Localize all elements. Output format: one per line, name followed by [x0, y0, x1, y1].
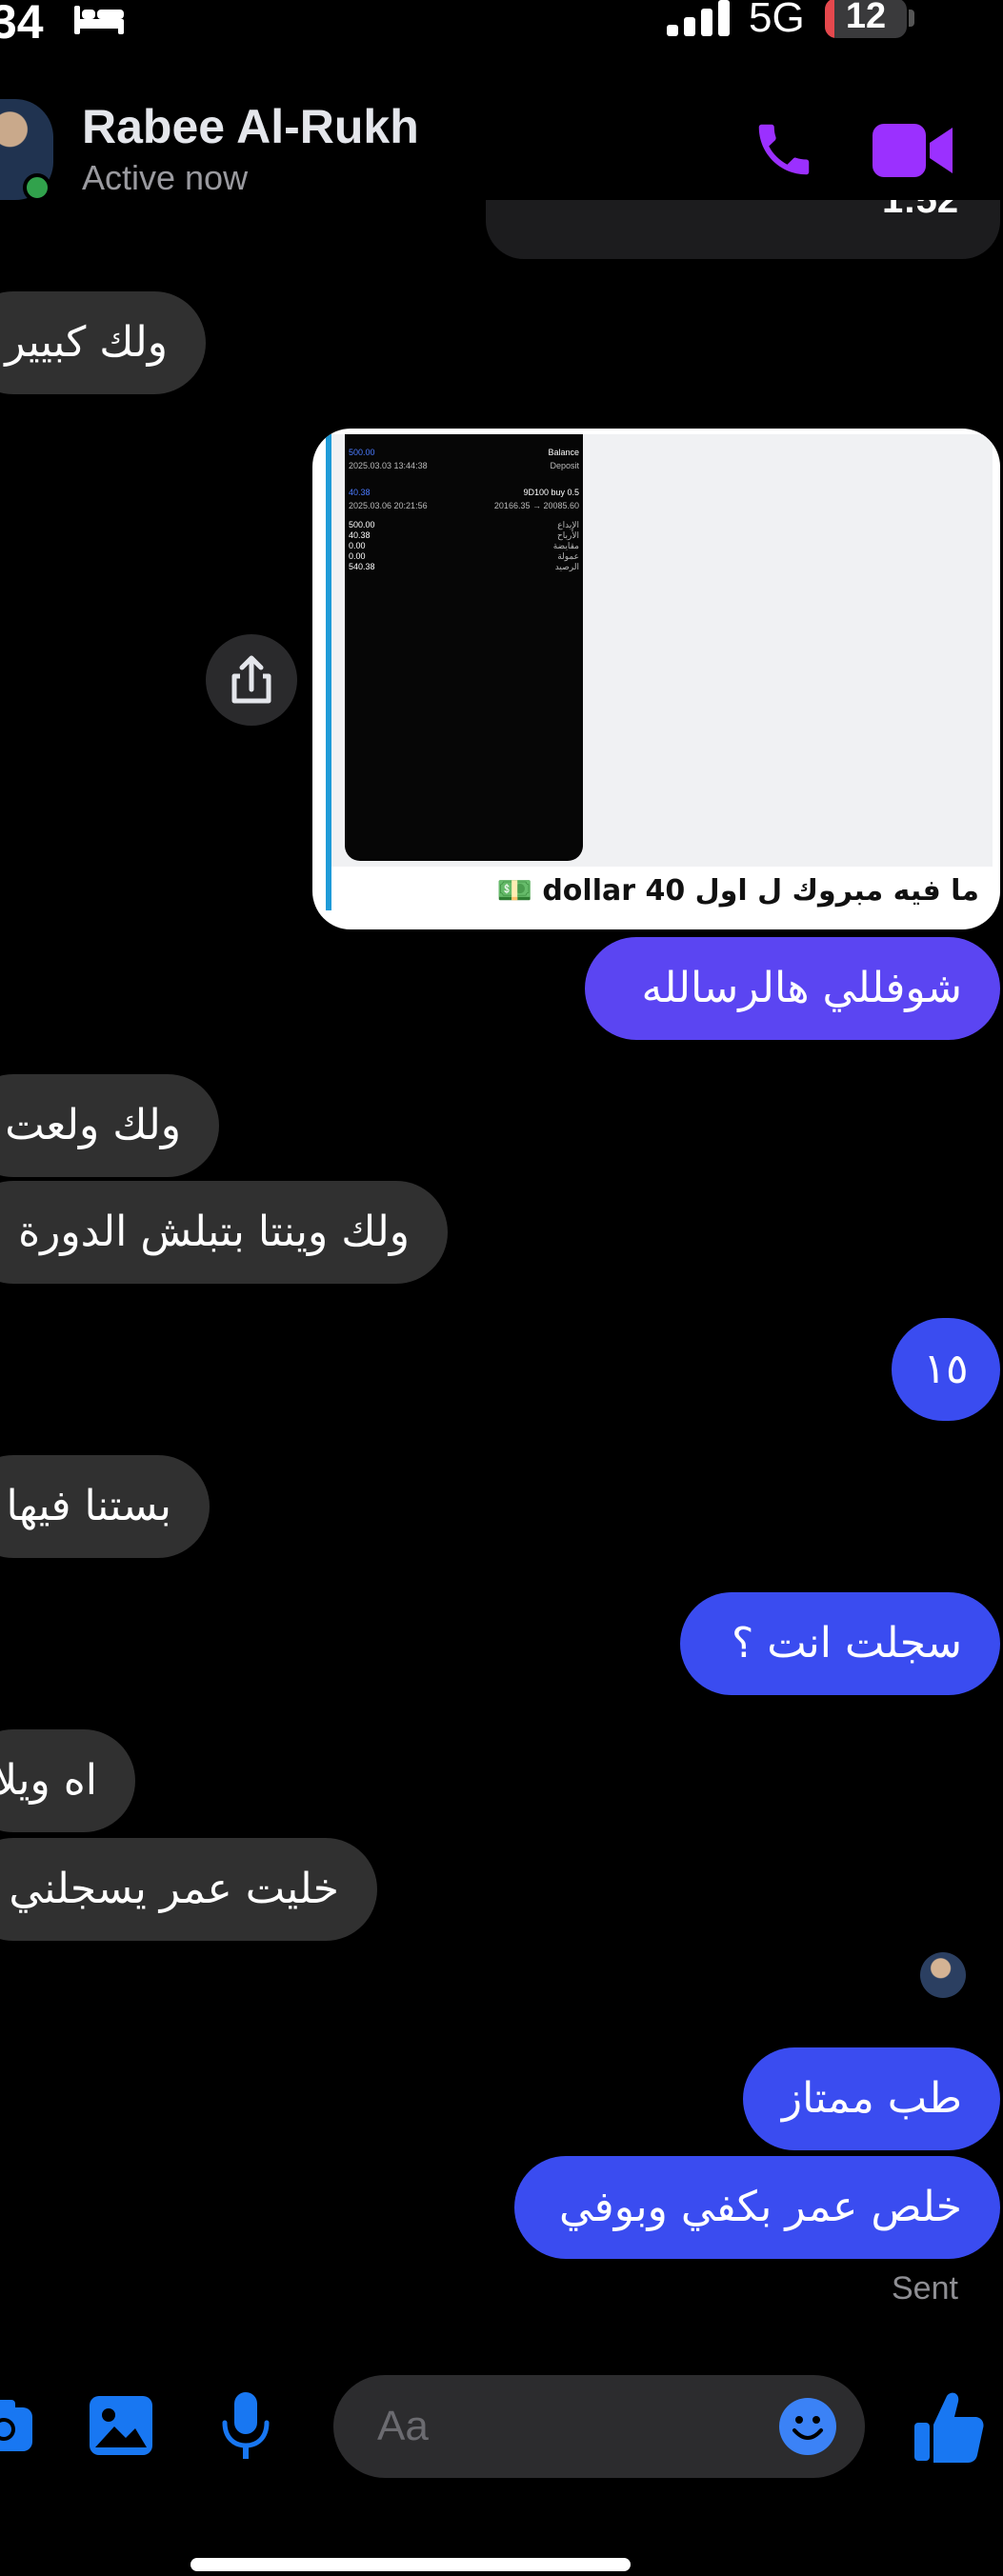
attachment-accent-stripe [326, 434, 331, 910]
message-outgoing[interactable]: شوفللي هالرسالله [585, 937, 1000, 1040]
image-icon[interactable] [88, 2394, 154, 2457]
message-outgoing[interactable]: طب ممتاز [743, 2047, 1000, 2150]
share-button[interactable] [206, 634, 297, 726]
screen-row-label: عمولة [557, 551, 579, 561]
message-incoming[interactable]: ولك ولعت [0, 1074, 219, 1177]
message-outgoing[interactable]: خلص عمر بكفي وبوفي [514, 2156, 1000, 2259]
previous-message-bubble: 1:52 [486, 200, 1000, 259]
message-text: ولك وينتا بتبلش الدورة [18, 1208, 410, 1256]
online-status-dot [23, 173, 51, 202]
message-outgoing[interactable]: سجلت انت ؟ [680, 1592, 1000, 1695]
image-attachment-message[interactable]: 500.00 Balance 2025.03.03 13:44:38 Depos… [312, 429, 1000, 929]
screen-row-value: 0.00 [349, 541, 366, 550]
screen-amount-2: 40.38 [349, 488, 371, 497]
signal-icon [667, 0, 730, 36]
contact-active-status: Active now [82, 158, 249, 197]
microphone-icon[interactable] [221, 2390, 271, 2463]
message-composer[interactable] [333, 2375, 865, 2478]
phone-icon[interactable] [751, 116, 817, 183]
message-text: ولك ولعت [5, 1101, 181, 1149]
message-incoming[interactable]: ولك وينتا بتبلش الدورة [0, 1181, 448, 1284]
message-incoming[interactable]: اه ويلا [0, 1729, 135, 1832]
screen-balance-label: Balance [548, 448, 579, 457]
battery-nub [909, 10, 914, 27]
screen-price-range: 20166.35 → 20085.60 [493, 501, 579, 510]
message-text: بستنا فيها [6, 1482, 171, 1530]
screen-date-1: 2025.03.03 13:44:38 [349, 461, 428, 470]
attachment-screenshot: 500.00 Balance 2025.03.03 13:44:38 Depos… [345, 434, 583, 861]
screen-row-value: 0.00 [349, 551, 366, 561]
battery-indicator: 12 [825, 0, 907, 38]
emoji-icon[interactable] [779, 2398, 836, 2455]
video-camera-icon[interactable] [873, 120, 953, 181]
screen-amount-1: 500.00 [349, 448, 375, 457]
screen-trade-code: 9D100 buy 0.5 [523, 488, 579, 497]
battery-percent: 12 [845, 0, 887, 36]
camera-icon[interactable] [0, 2396, 34, 2455]
previous-message-fragment: 1:52 [882, 200, 959, 221]
message-text: طب ممتاز [781, 2074, 962, 2123]
message-text: شوفللي هالرسالله [641, 964, 962, 1012]
screen-row-value: 540.38 [349, 562, 375, 571]
smiley-face-icon [792, 2416, 823, 2440]
screen-date-2: 2025.03.06 20:21:56 [349, 501, 428, 510]
contact-name[interactable]: Rabee Al-Rukh [82, 99, 419, 154]
message-text: اه ويلا [0, 1756, 97, 1805]
message-text: ١٥ [923, 1345, 969, 1393]
home-indicator[interactable] [191, 2558, 631, 2571]
share-icon [231, 655, 271, 704]
message-input[interactable] [377, 2375, 777, 2478]
bed-icon [74, 6, 124, 34]
read-receipt-avatar [920, 1952, 966, 1998]
sent-status-label: Sent [892, 2270, 958, 2306]
message-text: سجلت انت ؟ [731, 1619, 962, 1667]
screen-row-value: 500.00 [349, 520, 375, 529]
network-label: 5G [749, 0, 805, 41]
message-outgoing[interactable]: ١٥ [892, 1318, 1000, 1421]
message-text: خلص عمر بكفي وبوفي [558, 2183, 962, 2231]
message-text: خليت عمر يسجلني [9, 1865, 339, 1913]
attachment-caption: ما فيه مبروك ل اول 40 dollar 💵 [496, 874, 979, 908]
screen-row-label: الأرباح [556, 530, 579, 540]
message-incoming[interactable]: ولك كبيير [0, 291, 206, 394]
screen-deposit-label: Deposit [550, 461, 579, 470]
message-incoming[interactable]: خليت عمر يسجلني [0, 1838, 377, 1941]
status-time: 34 [0, 0, 44, 49]
screen-row-value: 40.38 [349, 530, 371, 540]
screen-row-label: الرصيد [554, 562, 579, 571]
thumbs-up-icon[interactable] [913, 2388, 985, 2465]
screen-row-label: الإيداع [557, 520, 579, 529]
chat-header: Rabee Al-Rukh Active now [0, 57, 1003, 210]
screen-row-label: مقايضة [552, 541, 579, 550]
message-text: ولك كبيير [5, 318, 168, 367]
message-incoming[interactable]: بستنا فيها [0, 1455, 210, 1558]
